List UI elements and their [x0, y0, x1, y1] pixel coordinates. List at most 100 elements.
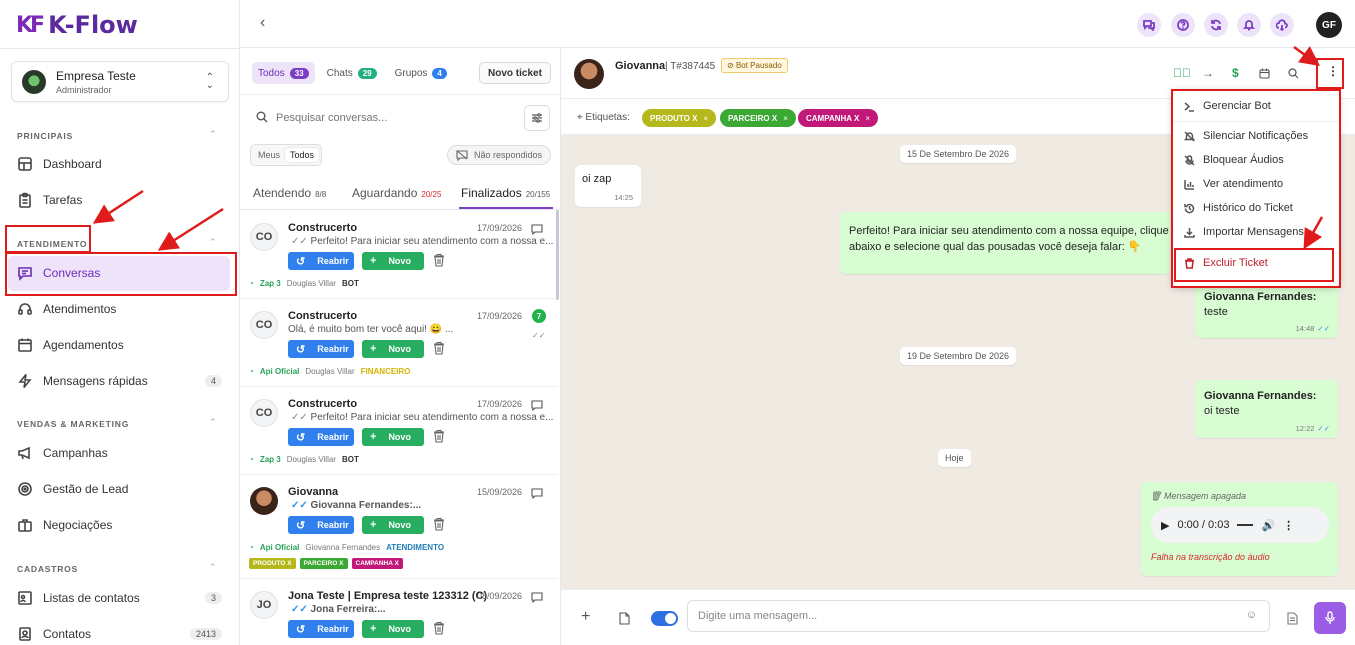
contact-name[interactable]: Giovanna — [615, 60, 665, 72]
filter-button[interactable] — [524, 105, 550, 131]
collapse-icon[interactable]: ⌃ — [209, 417, 217, 428]
sidebar-item-tarefas[interactable]: Tarefas — [17, 190, 82, 210]
sidebar-item-dashboard[interactable]: Dashboard — [17, 154, 102, 174]
search-icon[interactable] — [1288, 68, 1299, 79]
file-icon[interactable] — [619, 612, 630, 625]
not-answered-toggle[interactable]: Não respondidos — [447, 145, 552, 165]
tab-atendendo[interactable]: Atendendo 8/8 — [253, 186, 326, 200]
tab-finalizados[interactable]: Finalizados 20/155 — [461, 186, 550, 200]
contact-avatar[interactable] — [574, 59, 604, 89]
message-incoming[interactable]: oi zap 14:25 — [575, 165, 641, 207]
sidebar-item-contatos[interactable]: Contatos 2413 — [17, 624, 222, 644]
trash-icon[interactable] — [433, 253, 445, 267]
reopen-button[interactable]: ↺ Reabrir — [288, 252, 354, 270]
collapse-icon[interactable]: ⌃ — [209, 237, 217, 248]
reopen-button[interactable]: ↺ Reabrir — [288, 428, 354, 446]
label-chip[interactable]: PRODUTO X × — [642, 109, 717, 127]
reopen-icon: ↺ — [296, 255, 306, 268]
signature-toggle[interactable] — [651, 611, 678, 626]
ticket-item[interactable]: CO Construcerto 17/09/2026 ✓✓ Perfeito! … — [240, 211, 558, 299]
new-button[interactable]: + Novo — [362, 252, 424, 270]
ticket-item[interactable]: CO Construcerto 17/09/2026 7 ✓✓ Olá, é m… — [240, 299, 558, 387]
scrollbar[interactable] — [556, 210, 559, 300]
label-chip[interactable]: CAMPANHA X × — [798, 109, 879, 127]
seg-todos[interactable]: Todos — [285, 148, 320, 162]
sidebar-item-label: Negociações — [43, 518, 113, 532]
play-icon[interactable]: ▶ — [1161, 519, 1169, 532]
new-button[interactable]: + Novo — [362, 516, 424, 534]
ticket-item[interactable]: CO Construcerto 17/09/2026 ✓✓ Perfeito! … — [240, 387, 558, 475]
seg-meus[interactable]: Meus — [253, 148, 285, 162]
message-outgoing[interactable]: Perfeito! Para iniciar seu atendimento c… — [840, 212, 1170, 274]
message-outgoing[interactable]: Giovanna Fernandes: oi teste 12:22 ✓✓ — [1195, 380, 1338, 438]
close-icon[interactable]: × — [783, 114, 788, 123]
ticket-preview: ✓✓ Giovanna Fernandes:... — [288, 500, 421, 511]
sidebar-item-atendimentos[interactable]: Atendimentos — [17, 299, 116, 319]
audio-progress[interactable] — [1237, 524, 1254, 526]
emoji-icon[interactable]: ☺ — [1246, 609, 1257, 621]
message-outgoing-audio[interactable]: 🗑 Mensagem apagada ▶ 0:00 / 0:03 🔊 ⋮ Fal… — [1141, 482, 1338, 576]
messages-icon[interactable] — [1137, 13, 1161, 37]
sidebar-item-agendamentos[interactable]: Agendamentos — [17, 335, 124, 355]
transfer-arrow-icon[interactable]: → — [1202, 66, 1214, 80]
trash-icon[interactable] — [433, 517, 445, 531]
annotation-box-more — [1316, 58, 1344, 89]
cloud-download-icon[interactable] — [1270, 13, 1294, 37]
sidebar-item-campanhas[interactable]: Campanhas — [17, 443, 108, 463]
company-selector[interactable]: Empresa Teste Administrador ⌃ ⌄ — [11, 61, 229, 102]
trash-icon[interactable] — [433, 621, 445, 635]
chat-bubble-icon[interactable] — [531, 488, 543, 499]
user-avatar[interactable]: GF — [1316, 12, 1342, 38]
logo[interactable]: KF K-Flow — [16, 10, 138, 40]
message-outgoing[interactable]: Giovanna Fernandes: teste 14:48 ✓✓ — [1195, 283, 1338, 338]
new-button[interactable]: + Novo — [362, 428, 424, 446]
bell-icon[interactable] — [1237, 13, 1261, 37]
label-chip[interactable]: PARCEIRO X × — [720, 109, 796, 127]
ticket-item[interactable]: Giovanna 15/09/2026 ✓✓ Giovanna Fernande… — [240, 475, 558, 579]
message-input[interactable]: Digite uma mensagem... ☺ — [687, 600, 1270, 632]
new-button[interactable]: + Novo — [362, 620, 424, 638]
help-icon[interactable] — [1171, 13, 1195, 37]
double-check-icon: ✓✓ — [1317, 324, 1330, 333]
reopen-button[interactable]: ↺ Reabrir — [288, 340, 354, 358]
trash-icon[interactable] — [433, 429, 445, 443]
close-icon[interactable]: × — [865, 114, 870, 123]
volume-icon[interactable]: 🔊 — [1261, 519, 1275, 532]
sidebar-item-gestao-de-lead[interactable]: Gestão de Lead — [17, 479, 128, 499]
chat-bubble-icon[interactable] — [531, 400, 543, 411]
notes-icon[interactable] — [1287, 612, 1298, 625]
reopen-button[interactable]: ↺ Reabrir — [288, 516, 354, 534]
sidebar-item-listas-de-contatos[interactable]: Listas de contatos 3 — [17, 588, 222, 608]
company-role: Administrador — [56, 84, 112, 95]
dollar-icon[interactable]: $ — [1232, 66, 1239, 80]
collapse-icon[interactable]: ⌃ — [209, 562, 217, 573]
search-input[interactable] — [276, 112, 496, 124]
refresh-icon[interactable] — [1204, 13, 1228, 37]
new-button[interactable]: + Novo — [362, 340, 424, 358]
tab-grupos[interactable]: Grupos 4 — [389, 62, 453, 84]
collapse-icon[interactable]: ⌃ — [209, 129, 217, 140]
new-ticket-button[interactable]: Novo ticket — [479, 62, 551, 84]
trash-icon[interactable] — [433, 341, 445, 355]
tag-icon: ⌖ — [577, 112, 583, 123]
tab-aguardando[interactable]: Aguardando 20/25 — [352, 186, 441, 200]
chat-bubble-icon[interactable] — [531, 592, 543, 603]
tab-chats[interactable]: Chats 29 — [321, 62, 383, 84]
sidebar-item-negociacoes[interactable]: Negociações — [17, 515, 112, 535]
target-icon — [18, 482, 32, 496]
mic-button[interactable] — [1314, 602, 1346, 634]
resolve-icon[interactable]: ✓⃝ — [1173, 66, 1191, 80]
calendar-icon[interactable] — [1259, 68, 1270, 79]
more-vertical-icon[interactable]: ⋮ — [1283, 519, 1294, 532]
ticket-item[interactable]: JO Jona Teste | Empresa teste 123312 (C)… — [240, 579, 558, 645]
sidebar-item-mensagens-rapidas[interactable]: Mensagens rápidas 4 — [17, 371, 222, 391]
close-icon[interactable]: × — [703, 114, 708, 123]
reopen-button[interactable]: ↺ Reabrir — [288, 620, 354, 638]
tab-todos[interactable]: Todos 33 — [252, 62, 315, 84]
plus-icon[interactable]: + — [581, 608, 590, 626]
chat-bubble-icon[interactable] — [531, 224, 543, 235]
contact-icon — [19, 627, 31, 641]
company-avatar — [22, 69, 46, 94]
ticket-name: Construcerto — [288, 222, 358, 234]
tag: PARCEIRO X — [299, 558, 348, 569]
